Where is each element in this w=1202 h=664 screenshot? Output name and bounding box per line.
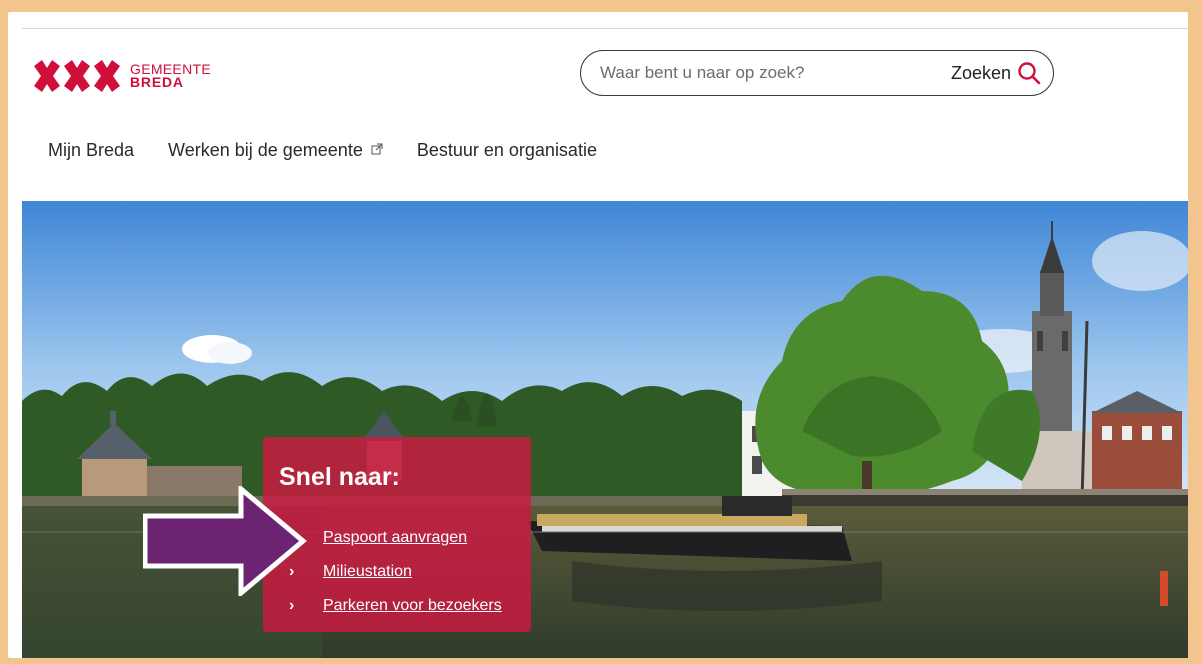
- chevron-right-icon: ›: [289, 597, 295, 614]
- nav-item-werken-bij[interactable]: Werken bij de gemeente: [168, 140, 383, 161]
- nav-item-mijn-breda[interactable]: Mijn Breda: [48, 140, 134, 161]
- search-input[interactable]: [598, 62, 951, 84]
- search-button-label: Zoeken: [950, 62, 1011, 83]
- quick-link-milieustation[interactable]: › Milieustation: [289, 555, 502, 589]
- xxx-logo-icon: [34, 60, 120, 92]
- nav-item-label: Werken bij de gemeente: [168, 140, 363, 160]
- quick-link-paspoort[interactable]: › Paspoort aanvragen: [289, 521, 502, 555]
- logo-line-2: BREDA: [130, 74, 184, 90]
- quick-link-label: Parkeren voor bezoekers: [323, 597, 502, 614]
- external-link-icon: [371, 143, 383, 158]
- pointer-arrow-icon: [143, 486, 307, 596]
- top-divider: [22, 28, 1188, 29]
- search-bar: Zoeken: [580, 50, 1054, 96]
- main-nav: Mijn Breda Werken bij de gemeente Bestuu…: [48, 140, 631, 161]
- page-frame: GEMEENTE BREDA Zoeken Mijn Breda Werken …: [8, 12, 1188, 658]
- quick-link-label: Milieustation: [323, 563, 412, 580]
- quick-link-parkeren[interactable]: › Parkeren voor bezoekers: [289, 589, 502, 623]
- gemeente-breda-logo[interactable]: GEMEENTE BREDA: [32, 56, 211, 96]
- nav-item-label: Mijn Breda: [48, 140, 135, 160]
- quick-link-label: Paspoort aanvragen: [323, 529, 468, 546]
- nav-item-label: Bestuur en organisatie: [416, 140, 597, 160]
- logo-wordmark: GEMEENTE BREDA: [130, 62, 211, 90]
- quick-links-list: › Paspoort aanvragen › Milieustation › P…: [289, 521, 502, 623]
- search-button[interactable]: Zoeken: [951, 61, 1041, 85]
- nav-item-bestuur[interactable]: Bestuur en organisatie: [417, 140, 597, 161]
- search-icon: [1018, 62, 1041, 85]
